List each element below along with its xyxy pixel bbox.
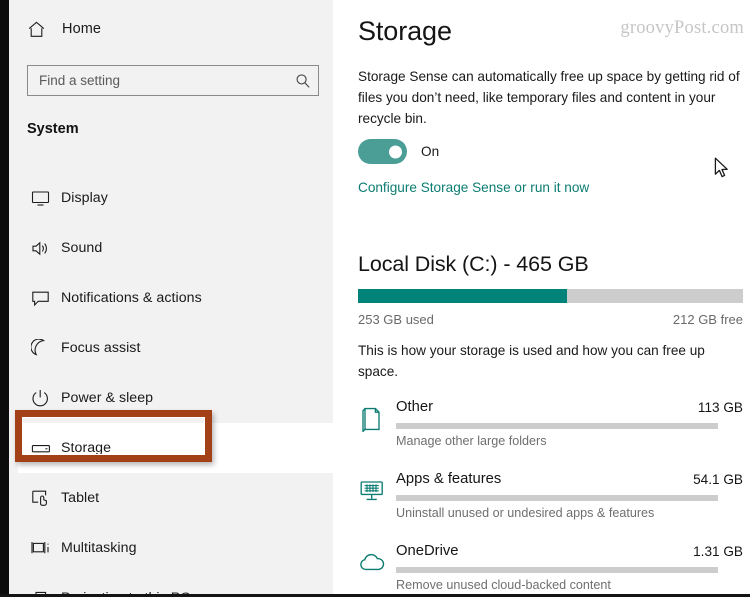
chat-bubble-icon [31,290,61,307]
disk-description: This is how your storage is used and how… [358,343,705,379]
category-size: 54.1 GB [693,472,743,487]
storage-sense-toggle-state: On [421,144,440,159]
disk-usage-fill [358,289,568,303]
sidebar-item-multitasking[interactable]: Multitasking [18,523,342,573]
category-usage-bar [396,495,718,501]
mouse-cursor [714,157,731,185]
category-size: 1.31 GB [693,544,743,559]
sidebar-item-sound[interactable]: Sound [18,223,342,273]
sidebar-item-label: Power & sleep [61,390,154,406]
storage-sense-description: Storage Sense can automatically free up … [358,69,740,126]
category-name: Apps & features [396,471,502,487]
sidebar-item-label: Tablet [61,490,100,506]
sidebar-nav-list: Display Sound Notifications & actions Fo… [18,173,342,597]
storage-category-apps-features[interactable]: Apps & features 54.1 GB Uninstall unused… [333,468,750,540]
power-icon [31,389,61,407]
disk-free-label: 212 GB free [672,312,743,327]
sidebar-item-label: Storage [61,440,112,456]
storage-sense-toggle-row: On [358,139,439,164]
category-usage-bar [396,567,718,573]
drive-icon [31,442,61,455]
category-size: 113 GB [697,400,743,415]
multitasking-icon [31,540,61,557]
folder-page-icon [357,404,387,434]
page-title: Storage [358,16,452,46]
category-subtitle: Manage other large folders [396,434,547,448]
home-label: Home [62,21,102,37]
settings-sidebar: Home System Display [9,0,342,597]
monitor-icon [31,190,61,207]
configure-storage-sense-link[interactable]: Configure Storage Sense or run it now [358,180,589,195]
sidebar-item-label: Sound [61,240,103,256]
settings-main-pane: Storage groovyPost.com Storage Sense can… [333,0,750,597]
settings-window: Home System Display [0,0,750,597]
category-subtitle: Uninstall unused or undesired apps & fea… [396,506,655,520]
speaker-icon [31,240,61,257]
sidebar-section-heading: System [27,121,79,137]
window-left-edge [0,0,9,597]
disk-usage-bar [358,289,743,303]
sidebar-item-display[interactable]: Display [18,173,342,223]
moon-icon [31,339,61,357]
sidebar-item-label: Display [61,190,108,206]
search-icon[interactable] [288,66,318,95]
sidebar-item-home[interactable]: Home [21,12,221,46]
disk-used-label: 253 GB used [358,312,434,327]
sidebar-item-label: Notifications & actions [61,290,202,306]
sidebar-item-focus-assist[interactable]: Focus assist [18,323,342,373]
sidebar-item-label: Focus assist [61,340,141,356]
search-box[interactable] [27,65,319,96]
storage-category-list: Other 113 GB Manage other large folders [333,396,750,597]
storage-category-onedrive[interactable]: OneDrive 1.31 GB Remove unused cloud-bac… [333,540,750,597]
category-name: Other [396,399,434,415]
search-input[interactable] [28,66,288,95]
toggle-knob [389,145,402,158]
category-subtitle: Remove unused cloud-backed content [396,578,611,592]
storage-category-other[interactable]: Other 113 GB Manage other large folders [333,396,750,468]
sidebar-item-notifications[interactable]: Notifications & actions [18,273,342,323]
sidebar-item-storage[interactable]: Storage [18,423,342,473]
monitor-apps-icon [357,476,387,506]
sidebar-item-label: Multitasking [61,540,137,556]
storage-sense-toggle[interactable] [358,139,407,164]
cloud-icon [357,548,387,578]
local-disk-title: Local Disk (C:) - 465 GB [358,252,589,276]
sidebar-item-power-sleep[interactable]: Power & sleep [18,373,342,423]
category-usage-bar [396,423,718,429]
home-icon [27,20,46,39]
sidebar-item-tablet[interactable]: Tablet [18,473,342,523]
watermark: groovyPost.com [620,18,744,38]
tablet-hand-icon [31,489,61,507]
category-name: OneDrive [396,543,459,559]
